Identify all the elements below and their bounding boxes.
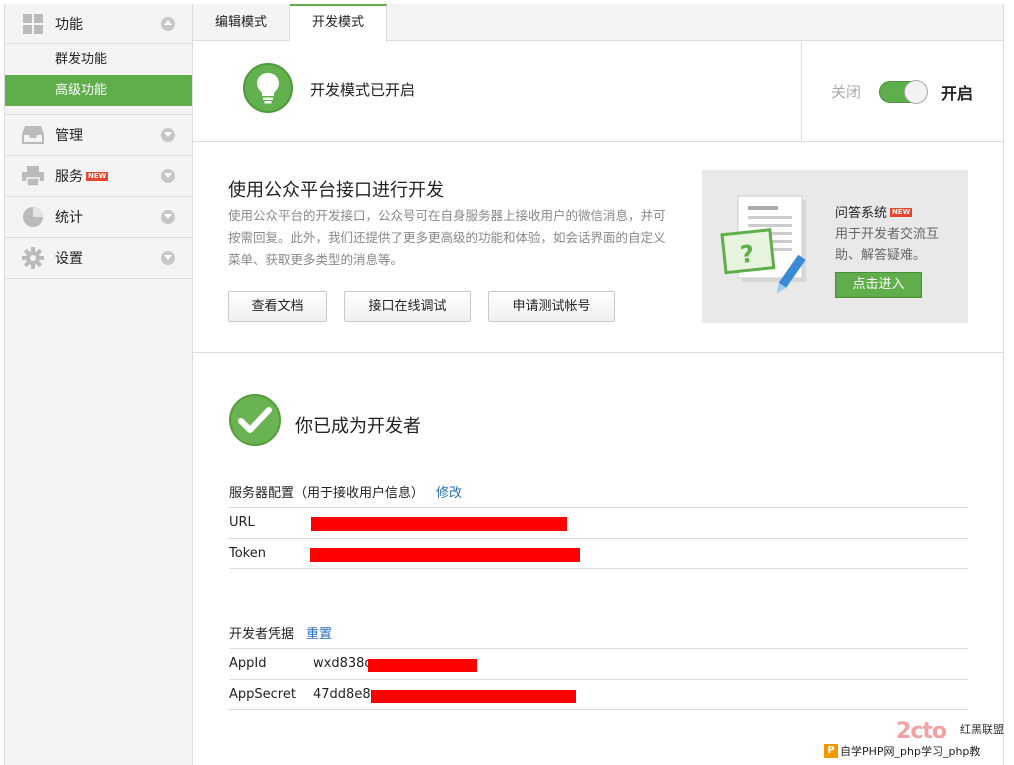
row-value: 47dd8e8	[313, 687, 371, 702]
nav-group-stats: 统计	[5, 197, 192, 238]
row-value: wxd838c	[313, 656, 372, 671]
qa-promo-title: 问答系统 NEW	[835, 206, 913, 221]
chevron-down-icon[interactable]	[161, 210, 175, 224]
toggle-on-label: 开启	[941, 84, 974, 103]
nav-head-service[interactable]: 服务 NEW	[5, 156, 192, 196]
developer-title: 你已成为开发者	[295, 416, 421, 437]
nav-group-settings: 设置	[5, 238, 192, 279]
new-badge: NEW	[890, 208, 913, 217]
sidebar: 功能 群发功能 高级功能 管理 服务 NEW 统计 设置	[4, 4, 193, 765]
nav-head-settings[interactable]: 设置	[5, 238, 192, 278]
dev-mode-status: 开发模式已开启 关闭 开启	[193, 41, 1003, 142]
toggle-off-label: 关闭	[831, 83, 862, 101]
nav-label-manage: 管理	[55, 128, 83, 144]
intro-description: 使用公众平台的开发接口，公众号可在自身服务器上接收用户的微信消息，并可按需回复。…	[228, 208, 666, 267]
api-intro-section: 使用公众平台接口进行开发 使用公众平台的开发接口，公众号可在自身服务器上接收用户…	[193, 143, 1003, 353]
dev-mode-toggle[interactable]	[879, 80, 928, 104]
redaction-bar	[368, 659, 477, 672]
enter-qa-button[interactable]: 点击进入	[835, 272, 922, 298]
sidebar-item-advanced[interactable]: 高级功能	[5, 75, 192, 106]
nav-label-features: 功能	[55, 16, 83, 33]
sidebar-item-broadcast[interactable]: 群发功能	[5, 44, 192, 75]
row-key: AppSecret	[229, 687, 296, 702]
chevron-down-icon[interactable]	[161, 251, 175, 265]
pie-chart-icon	[22, 206, 44, 228]
new-badge: NEW	[86, 172, 109, 181]
sub-list-features: 群发功能 高级功能	[5, 44, 192, 114]
qa-promo-card: ? 问答系统 NEW 用于开发者交流互助、解答疑难。 点击进入	[702, 170, 968, 323]
checkmark-icon	[229, 394, 281, 446]
watermark-logo: 2cto	[896, 719, 947, 744]
chevron-down-icon[interactable]	[161, 128, 175, 142]
toggle-knob[interactable]	[904, 80, 928, 104]
server-config-title: 服务器配置（用于接收用户信息）	[229, 486, 425, 501]
nav-head-manage[interactable]: 管理	[5, 115, 192, 155]
server-config-header: 服务器配置（用于接收用户信息） 修改	[229, 482, 462, 501]
table-row: AppId wxd838c	[229, 648, 968, 679]
apply-test-account-button[interactable]: 申请测试帐号	[488, 291, 615, 322]
nav-label-service: 服务 NEW	[55, 169, 109, 185]
chevron-down-icon[interactable]	[161, 169, 175, 183]
qa-promo-description: 用于开发者交流互助、解答疑难。	[835, 227, 940, 263]
nav-group-manage: 管理	[5, 115, 192, 156]
svg-text:?: ?	[739, 240, 756, 269]
nav-head-features[interactable]: 功能	[5, 4, 192, 44]
nav-group-features: 功能 群发功能 高级功能	[5, 4, 192, 115]
watermark-site: 红黑联盟	[960, 723, 1004, 736]
table-row: AppSecret 47dd8e8	[229, 679, 968, 710]
tab-edit-mode[interactable]: 编辑模式	[193, 4, 290, 41]
main-panel: 编辑模式 开发模式 开发模式已开启 关闭 开启 使用公众平台接口进行开发 使用公…	[193, 4, 1004, 765]
nav-label-settings: 设置	[55, 251, 83, 267]
redaction-bar	[310, 548, 580, 562]
gear-icon	[22, 247, 44, 269]
printer-icon	[22, 165, 44, 187]
nav-head-stats[interactable]: 统计	[5, 197, 192, 237]
credentials-header: 开发者凭据 重置	[229, 623, 332, 642]
redaction-bar	[371, 690, 576, 703]
tab-dev-mode[interactable]: 开发模式	[290, 4, 387, 42]
row-key: URL	[229, 515, 255, 530]
watermark-bar: P 自学PHP网_php学习_php教	[824, 743, 981, 759]
reset-credentials-link[interactable]: 重置	[306, 627, 332, 642]
document-question-icon: ?	[720, 192, 812, 302]
edit-server-config-link[interactable]: 修改	[436, 486, 462, 501]
divider	[801, 41, 802, 141]
intro-title: 使用公众平台接口进行开发	[228, 180, 444, 201]
credentials-title: 开发者凭据	[229, 627, 295, 642]
tab-bar: 编辑模式 开发模式	[193, 4, 1003, 42]
inbox-icon	[22, 124, 44, 146]
lightbulb-icon	[243, 63, 293, 113]
watermark: 2cto 红黑联盟 P 自学PHP网_php学习_php教	[824, 719, 1004, 759]
php-logo-icon: P	[824, 744, 838, 758]
view-docs-button[interactable]: 查看文档	[228, 291, 327, 322]
table-row: Token	[229, 538, 968, 569]
chevron-up-icon[interactable]	[161, 17, 175, 31]
nav-group-service: 服务 NEW	[5, 156, 192, 197]
watermark-bar-text: 自学PHP网_php学习_php教	[840, 745, 981, 758]
online-debug-button[interactable]: 接口在线调试	[344, 291, 471, 322]
grid-icon	[22, 13, 44, 35]
dev-mode-status-text: 开发模式已开启	[310, 81, 416, 99]
nav-label-stats: 统计	[55, 210, 83, 226]
row-key: Token	[229, 546, 266, 561]
developer-section: 你已成为开发者 服务器配置（用于接收用户信息） 修改 URL Token 开发者凭…	[193, 354, 1003, 764]
row-key: AppId	[229, 656, 267, 671]
redaction-bar	[311, 517, 567, 531]
table-row: URL	[229, 507, 968, 538]
